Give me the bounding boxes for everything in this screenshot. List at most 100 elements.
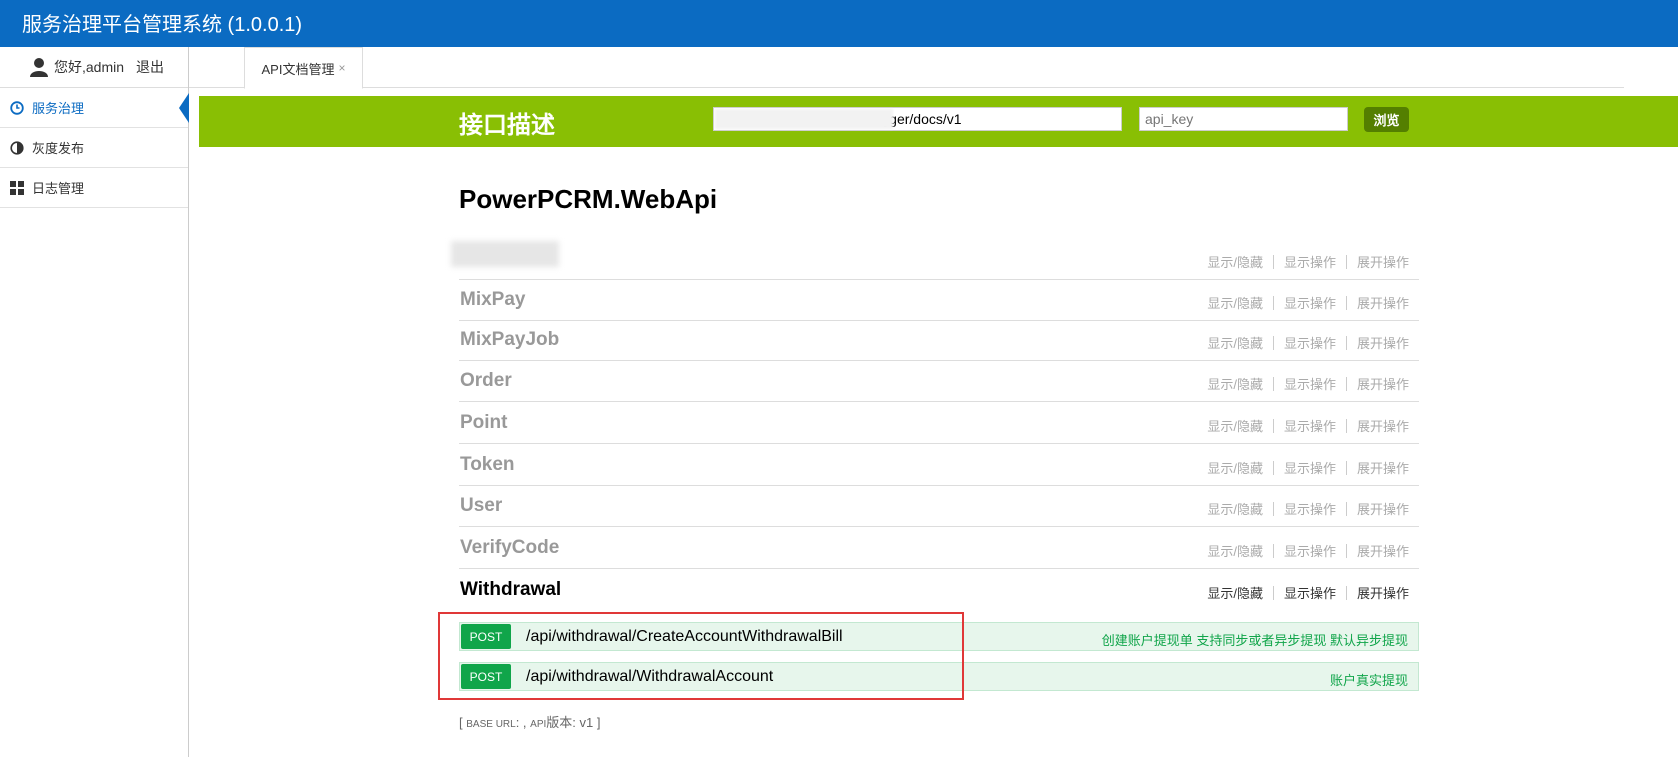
resource-row: MixPayJob 显示/隐藏 显示操作 展开操作 xyxy=(459,319,1419,361)
resource-row-expanded: Withdrawal 显示/隐藏 显示操作 展开操作 xyxy=(459,569,1419,609)
sidebar-item-label: 日志管理 xyxy=(32,181,85,196)
resource-row: Point 显示/隐藏 显示操作 展开操作 xyxy=(459,402,1419,444)
resource-name[interactable]: Token xyxy=(460,454,515,476)
api-key-input[interactable] xyxy=(1139,107,1348,131)
list-ops-link[interactable]: 显示操作 xyxy=(1284,333,1336,352)
resource-ops: 显示/隐藏 显示操作 展开操作 xyxy=(1207,416,1409,435)
clock-icon xyxy=(10,100,24,115)
resource-row: 显示/隐藏 显示操作 展开操作 xyxy=(451,238,1419,280)
divider xyxy=(1345,254,1347,269)
divider xyxy=(1345,543,1347,558)
list-ops-link[interactable]: 显示操作 xyxy=(1284,252,1336,271)
api-label: API xyxy=(530,719,547,730)
sidebar-item-service-governance[interactable]: 服务治理 xyxy=(0,88,189,128)
divider xyxy=(1272,376,1274,391)
url-redaction xyxy=(715,109,893,129)
expand-ops-link[interactable]: 展开操作 xyxy=(1357,293,1409,312)
list-ops-link[interactable]: 显示操作 xyxy=(1284,416,1336,435)
list-ops-link[interactable]: 显示操作 xyxy=(1284,293,1336,312)
resource-name[interactable]: Order xyxy=(460,370,512,392)
resource-ops: 显示/隐藏 显示操作 展开操作 xyxy=(1207,499,1409,518)
swagger-logo[interactable]: 接口描述 xyxy=(459,105,555,140)
divider xyxy=(1272,460,1274,475)
resource-ops: 显示/隐藏 显示操作 展开操作 xyxy=(1207,293,1409,312)
resource-name[interactable]: User xyxy=(460,495,502,517)
toggle-link[interactable]: 显示/隐藏 xyxy=(1207,499,1263,518)
api-footer: [ BASE URL: , API版本: v1 ] xyxy=(459,712,600,731)
expand-ops-link[interactable]: 展开操作 xyxy=(1357,333,1409,352)
user-bar: 您好,admin 退出 xyxy=(0,47,188,88)
resource-ops: 显示/隐藏 显示操作 展开操作 xyxy=(1207,583,1409,602)
toggle-link[interactable]: 显示/隐藏 xyxy=(1207,458,1263,477)
sidebar-item-label: 灰度发布 xyxy=(32,141,85,156)
toggle-link[interactable]: 显示/隐藏 xyxy=(1207,541,1263,560)
endpoint-summary[interactable]: 账户真实提现 xyxy=(1330,670,1408,689)
list-ops-link[interactable]: 显示操作 xyxy=(1284,458,1336,477)
expand-ops-link[interactable]: 展开操作 xyxy=(1357,499,1409,518)
divider xyxy=(1272,501,1274,516)
tab-close-icon[interactable]: × xyxy=(338,61,345,75)
tab-bar: API文档管理 × xyxy=(189,47,1624,89)
divider xyxy=(1345,460,1347,475)
footer-close: ] xyxy=(593,715,601,730)
logout-link[interactable]: 退出 xyxy=(136,57,164,77)
active-pointer xyxy=(179,93,189,123)
sidebar-item-gray-release[interactable]: 灰度发布 xyxy=(0,128,188,168)
resource-row: VerifyCode 显示/隐藏 显示操作 展开操作 xyxy=(459,527,1419,569)
api-title: PowerPCRM.WebApi xyxy=(459,184,718,214)
expand-ops-link[interactable]: 展开操作 xyxy=(1357,541,1409,560)
base-url-label: BASE URL xyxy=(466,719,516,730)
resource-ops: 显示/隐藏 显示操作 展开操作 xyxy=(1207,458,1409,477)
toggle-link[interactable]: 显示/隐藏 xyxy=(1207,583,1263,602)
blurred-resource-name xyxy=(451,241,559,267)
explore-button[interactable]: 浏览 xyxy=(1364,107,1409,132)
expand-ops-link[interactable]: 展开操作 xyxy=(1357,252,1409,271)
divider xyxy=(1272,335,1274,350)
divider xyxy=(1272,254,1274,269)
divider xyxy=(1272,543,1274,558)
list-ops-link[interactable]: 显示操作 xyxy=(1284,499,1336,518)
expand-ops-link[interactable]: 展开操作 xyxy=(1357,374,1409,393)
sidebar: 您好,admin 退出 服务治理 灰度发布 日志管理 xyxy=(0,47,189,757)
resource-name[interactable]: MixPay xyxy=(460,289,525,311)
expand-ops-link[interactable]: 展开操作 xyxy=(1357,583,1409,602)
tab-api-docs[interactable]: API文档管理 × xyxy=(244,47,363,89)
api-version: 版本: v1 xyxy=(546,715,594,730)
sidebar-item-log-management[interactable]: 日志管理 xyxy=(0,168,188,208)
divider xyxy=(1272,585,1274,600)
resource-row: Order 显示/隐藏 显示操作 展开操作 xyxy=(459,360,1419,402)
half-circle-icon xyxy=(10,140,24,155)
top-header: 服务治理平台管理系统 (1.0.0.1) xyxy=(0,0,1678,47)
divider xyxy=(1345,335,1347,350)
divider xyxy=(1345,376,1347,391)
divider xyxy=(1272,418,1274,433)
list-ops-link[interactable]: 显示操作 xyxy=(1284,541,1336,560)
sidebar-item-label: 服务治理 xyxy=(32,101,85,116)
user-greeting: 您好,admin xyxy=(54,59,125,75)
expand-ops-link[interactable]: 展开操作 xyxy=(1357,416,1409,435)
list-ops-link[interactable]: 显示操作 xyxy=(1284,374,1336,393)
tab-label: API文档管理 xyxy=(261,61,335,77)
toggle-link[interactable]: 显示/隐藏 xyxy=(1207,416,1263,435)
resource-ops: 显示/隐藏 显示操作 展开操作 xyxy=(1207,374,1409,393)
toggle-link[interactable]: 显示/隐藏 xyxy=(1207,293,1263,312)
toggle-link[interactable]: 显示/隐藏 xyxy=(1207,374,1263,393)
resource-ops: 显示/隐藏 显示操作 展开操作 xyxy=(1207,252,1409,271)
endpoint-summary[interactable]: 创建账户提现单 支持同步或者异步提现 默认异步提现 xyxy=(1102,630,1408,649)
toggle-link[interactable]: 显示/隐藏 xyxy=(1207,333,1263,352)
toggle-link[interactable]: 显示/隐藏 xyxy=(1207,252,1263,271)
grid-icon xyxy=(10,180,24,195)
resource-name[interactable]: Point xyxy=(460,412,508,434)
divider xyxy=(1345,295,1347,310)
resource-name[interactable]: VerifyCode xyxy=(460,537,559,559)
resource-ops: 显示/隐藏 显示操作 展开操作 xyxy=(1207,333,1409,352)
highlight-box xyxy=(438,612,964,700)
footer-sep: : , xyxy=(515,715,531,730)
expand-ops-link[interactable]: 展开操作 xyxy=(1357,458,1409,477)
resource-name[interactable]: Withdrawal xyxy=(460,579,561,601)
resource-row: Token 显示/隐藏 显示操作 展开操作 xyxy=(459,444,1419,486)
resource-name[interactable]: MixPayJob xyxy=(460,329,559,351)
list-ops-link[interactable]: 显示操作 xyxy=(1284,583,1336,602)
resource-row: MixPay 显示/隐藏 显示操作 展开操作 xyxy=(459,279,1419,321)
divider xyxy=(1272,295,1274,310)
